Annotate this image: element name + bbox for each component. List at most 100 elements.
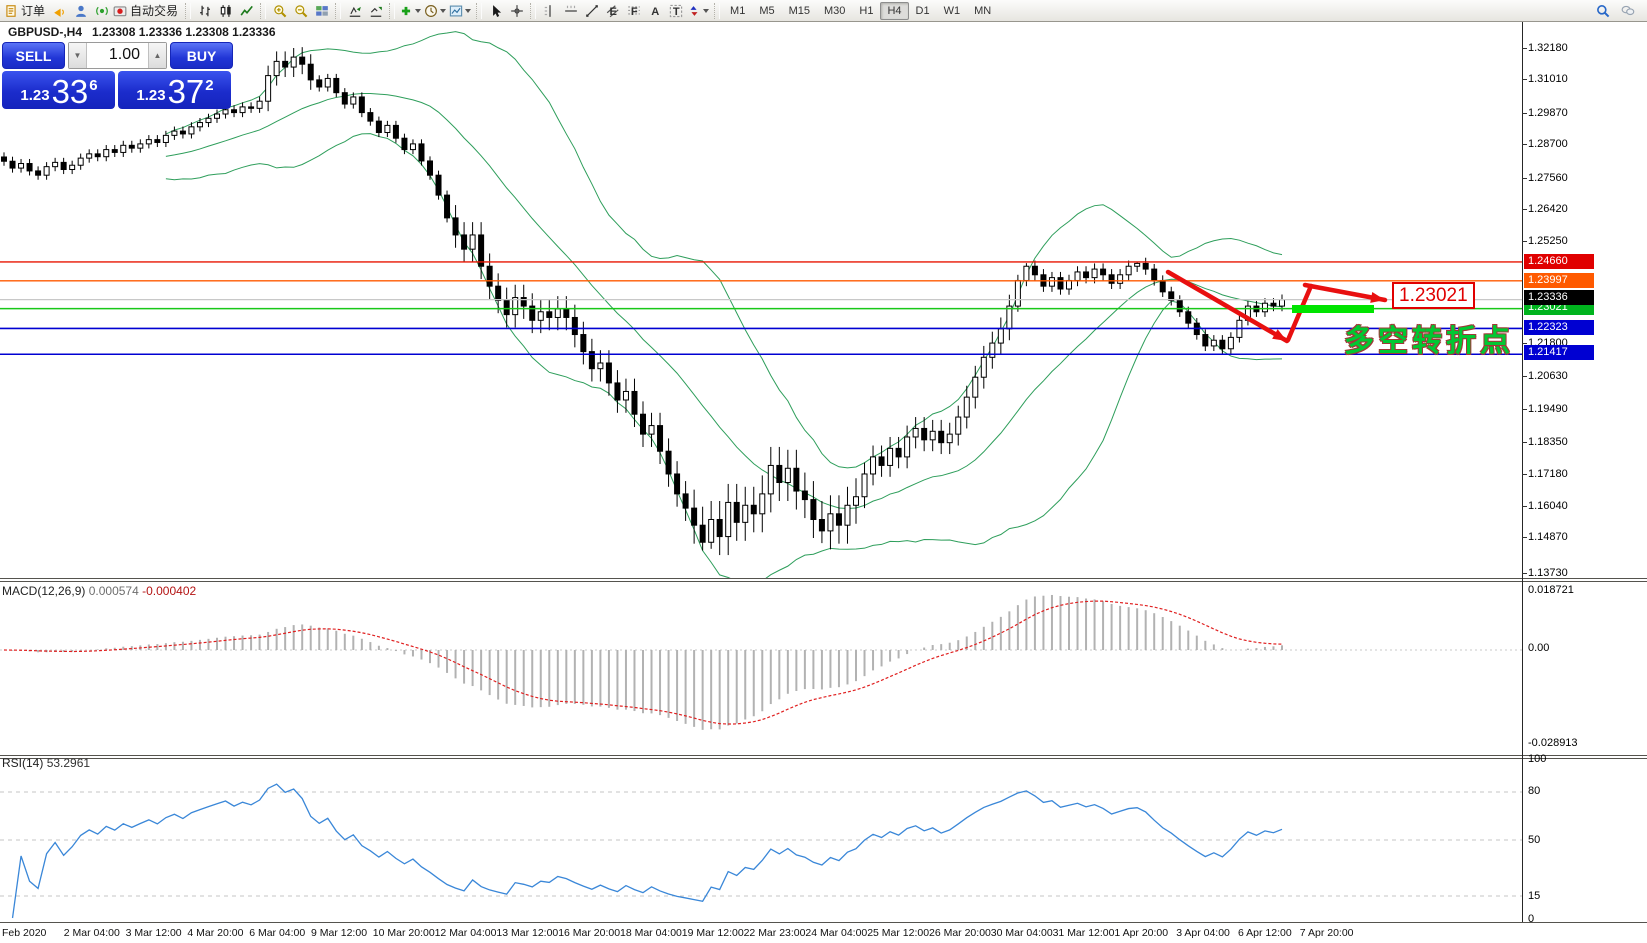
- bars-icon: [198, 4, 212, 18]
- rsi-scale-label: 80: [1528, 784, 1540, 798]
- svg-text:T: T: [672, 6, 679, 18]
- sell-price-display[interactable]: 1.23336: [2, 71, 115, 109]
- time-axis-label: 6 Apr 12:00: [1238, 927, 1292, 939]
- rsi-scale-label: 15: [1528, 889, 1540, 903]
- line-chart-icon[interactable]: [236, 0, 257, 21]
- price-tick-label: 1.29870: [1528, 106, 1568, 120]
- rsi-panel-canvas[interactable]: [0, 758, 1647, 922]
- equidistant-channel-icon[interactable]: E: [602, 0, 623, 21]
- buy-price-display[interactable]: 1.23372: [118, 71, 231, 109]
- chevron-down-icon[interactable]: [440, 9, 446, 16]
- search-icon: [1596, 4, 1610, 18]
- price-tick-label: 1.16040: [1528, 499, 1568, 513]
- toolbar-right-group: [1592, 0, 1644, 21]
- time-axis-label: 24 Mar 04:00: [805, 927, 867, 939]
- price-level-badge: 1.21417: [1524, 345, 1594, 360]
- horizontal-line-icon[interactable]: [560, 0, 581, 21]
- candlestick-chart-icon[interactable]: [215, 0, 236, 21]
- timeframe-mn[interactable]: MN: [967, 2, 998, 20]
- price-tick-mark: [1522, 409, 1527, 410]
- vertical-line-icon[interactable]: [539, 0, 560, 21]
- auto-trading-button[interactable]: 自动交易: [112, 0, 182, 21]
- zoom-in-icon[interactable]: [269, 0, 290, 21]
- timeframe-m1[interactable]: M1: [723, 2, 752, 20]
- price-level-badge: 1.23336: [1524, 290, 1594, 305]
- panel-splitter-macd[interactable]: [0, 578, 1647, 579]
- chevron-down-icon[interactable]: [415, 9, 421, 16]
- panel-splitter-rsi[interactable]: [0, 755, 1647, 756]
- price-tick-mark: [1522, 209, 1527, 210]
- timeframe-h1[interactable]: H1: [852, 2, 880, 20]
- highlight-bar-annotation[interactable]: [1292, 305, 1374, 313]
- timeframe-d1[interactable]: D1: [909, 2, 937, 20]
- crosshair-icon[interactable]: [506, 0, 527, 21]
- auto-trading-button-label: 自动交易: [127, 2, 181, 19]
- turning-point-note[interactable]: 多空转折点: [1344, 316, 1514, 360]
- volume-decrease-button[interactable]: ▼: [69, 43, 87, 68]
- timeframe-m15[interactable]: M15: [782, 2, 817, 20]
- price-axis-border: [1522, 22, 1523, 922]
- price-callout-annotation[interactable]: 1.23021: [1392, 282, 1475, 309]
- text-icon[interactable]: A: [644, 0, 665, 21]
- hline-icon: [564, 4, 578, 18]
- macd-histogram: [4, 595, 1282, 730]
- search-icon[interactable]: [1592, 0, 1613, 21]
- time-axis-label: 26 Mar 20:00: [929, 927, 991, 939]
- macd-panel-canvas[interactable]: [0, 582, 1647, 755]
- new-order-button[interactable]: 订单: [3, 0, 49, 21]
- horn-icon: [53, 4, 67, 18]
- price-level-badge: 1.23997: [1524, 273, 1594, 288]
- alerts-horn-icon[interactable]: [49, 0, 70, 21]
- price-tick-label: 1.26420: [1528, 202, 1568, 216]
- signals-icon[interactable]: [91, 0, 112, 21]
- macd-indicator-label: MACD(12,26,9) 0.000574 -0.000402: [2, 584, 196, 598]
- volume-increase-button[interactable]: ▲: [148, 43, 166, 68]
- panel-splitter-macd-2: [0, 581, 1647, 582]
- person-icon: [74, 4, 88, 18]
- sell-button[interactable]: SELL: [2, 42, 65, 69]
- price-tick-mark: [1522, 474, 1527, 475]
- volume-stepper[interactable]: ▼ 1.00 ▲: [68, 42, 167, 69]
- time-axis-label: 2 Mar 04:00: [64, 927, 120, 939]
- price-tick-mark: [1522, 178, 1527, 179]
- toolbar-separator: [714, 3, 720, 19]
- arrows-icon[interactable]: [686, 0, 711, 21]
- time-axis-label: 3 Apr 04:00: [1176, 927, 1230, 939]
- trendline-icon: [585, 4, 599, 18]
- cursor-icon[interactable]: [485, 0, 506, 21]
- price-tick-mark: [1522, 343, 1527, 344]
- price-level-badge: 1.22323: [1524, 320, 1594, 335]
- zoom-out-icon[interactable]: [290, 0, 311, 21]
- price-tick-label: 1.17180: [1528, 467, 1568, 481]
- textT-icon: T: [669, 4, 683, 18]
- tiles-icon: [315, 4, 329, 18]
- price-tick-label: 1.31010: [1528, 72, 1568, 86]
- bar-chart-icon[interactable]: [194, 0, 215, 21]
- one-click-trading-panel: SELL ▼ 1.00 ▲ BUY 1.23336 1.23372: [2, 42, 233, 109]
- price-tick-mark: [1522, 376, 1527, 377]
- templates-icon[interactable]: [448, 0, 473, 21]
- timeframe-h4[interactable]: H4: [880, 2, 908, 20]
- time-axis-label: 4 Mar 20:00: [187, 927, 243, 939]
- auto-scroll-icon[interactable]: [344, 0, 365, 21]
- timeframe-m30[interactable]: M30: [817, 2, 852, 20]
- time-axis-label: Feb 2020: [2, 927, 46, 939]
- periods-icon[interactable]: [423, 0, 448, 21]
- price-tick-mark: [1522, 113, 1527, 114]
- time-axis-label: 31 Mar 12:00: [1053, 927, 1115, 939]
- indicators-icon[interactable]: [398, 0, 423, 21]
- trendline-icon[interactable]: [581, 0, 602, 21]
- buy-button[interactable]: BUY: [170, 42, 233, 69]
- text-label-icon[interactable]: T: [665, 0, 686, 21]
- fibonacci-icon[interactable]: F: [623, 0, 644, 21]
- timeframe-m5[interactable]: M5: [752, 2, 781, 20]
- chevron-down-icon[interactable]: [703, 9, 709, 16]
- price-tick-label: 1.28700: [1528, 137, 1568, 151]
- timeframe-w1[interactable]: W1: [937, 2, 968, 20]
- volume-input[interactable]: 1.00: [87, 43, 148, 68]
- chevron-down-icon[interactable]: [465, 9, 471, 16]
- chat-icon[interactable]: [1617, 0, 1638, 21]
- chart-shift-icon[interactable]: [365, 0, 386, 21]
- copy-trading-icon[interactable]: [70, 0, 91, 21]
- tile-windows-icon[interactable]: [311, 0, 332, 21]
